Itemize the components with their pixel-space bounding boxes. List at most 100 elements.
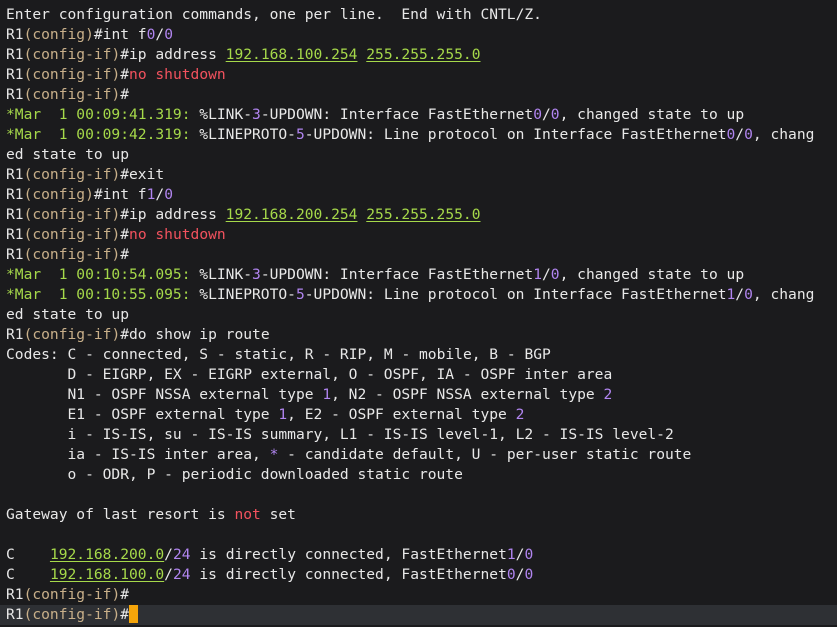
terminal-text-segment: #ip address bbox=[120, 46, 226, 63]
terminal-text-segment: R1 bbox=[6, 226, 24, 243]
terminal-text-segment: 1 bbox=[533, 266, 542, 283]
terminal-line: R1(config-if)#do show ip route bbox=[6, 325, 837, 345]
terminal-text-segment: - bbox=[506, 346, 516, 363]
terminal-text-segment: / bbox=[735, 126, 745, 143]
terminal-text-segment: ed state to up bbox=[6, 146, 130, 163]
terminal-text-segment: - bbox=[322, 346, 332, 363]
terminal-text-segment: *Mar 1 00:10:55.095: bbox=[6, 286, 191, 303]
terminal-text-segment: (config-if) bbox=[23, 46, 121, 63]
terminal-text-segment: %LINK- bbox=[190, 266, 253, 283]
terminal-line: ed state to up bbox=[6, 305, 837, 325]
terminal-text-segment: BGP bbox=[515, 346, 551, 363]
terminal-text-segment: / bbox=[155, 26, 165, 43]
terminal-line: *Mar 1 00:10:55.095: %LINEPROTO-5-UPDOWN… bbox=[6, 285, 837, 305]
terminal-text-segment: - bbox=[85, 346, 94, 363]
terminal-text-segment: is directly connected, FastEthernet bbox=[190, 566, 507, 583]
terminal-text-segment: # bbox=[120, 66, 130, 83]
terminal-text-segment: R1#conf t bbox=[6, 0, 85, 3]
terminal-text-segment: set bbox=[260, 506, 296, 523]
terminal-line: ia - IS-IS inter area, * - candidate def… bbox=[6, 445, 837, 465]
terminal-text-segment: RIP, M bbox=[331, 346, 402, 363]
terminal-text-segment: R1 bbox=[6, 166, 24, 183]
terminal-text-segment: mobile, B bbox=[410, 346, 507, 363]
terminal-text-segment: (config-if) bbox=[23, 326, 121, 343]
terminal-line: R1(config)#int f1/0 bbox=[6, 185, 837, 205]
terminal-text-segment: 3 bbox=[252, 106, 261, 123]
terminal-text-segment: # bbox=[120, 86, 130, 103]
terminal-text-segment: 3 bbox=[252, 266, 261, 283]
terminal-text-segment: 0 bbox=[524, 546, 534, 563]
terminal-text-segment: connected, S bbox=[93, 346, 217, 363]
terminal-line: R1(config-if)# bbox=[6, 85, 837, 105]
terminal-text-segment: 0 bbox=[506, 566, 516, 583]
terminal-text-segment: 0 bbox=[744, 286, 753, 303]
terminal-text-segment: # bbox=[120, 586, 130, 603]
terminal-line: R1(config)#int f0/0 bbox=[6, 25, 837, 45]
terminal-text-segment: , changed state to up bbox=[559, 106, 745, 123]
terminal-text-segment: (config-if) bbox=[23, 66, 121, 83]
terminal-window[interactable]: R1#conf t Enter configuration commands, o… bbox=[0, 0, 837, 627]
terminal-line: Codes: C - connected, S - static, R - RI… bbox=[6, 345, 837, 365]
terminal-line: D - EIGRP, EX - EIGRP external, O - OSPF… bbox=[6, 365, 837, 385]
terminal-line: *Mar 1 00:09:42.319: %LINEPROTO-5-UPDOWN… bbox=[6, 125, 837, 145]
terminal-text-segment: (config-if) bbox=[23, 586, 121, 603]
terminal-text-segment: 0 bbox=[524, 566, 534, 583]
terminal-line: R1(config-if)#no shutdown bbox=[6, 225, 837, 245]
text-cursor bbox=[129, 605, 139, 623]
terminal-text-segment: (config) bbox=[23, 186, 94, 203]
terminal-line: E1 - OSPF external type 1, E2 - OSPF ext… bbox=[6, 405, 837, 425]
terminal-text-segment: D - EIGRP, EX - EIGRP external, O - OSPF… bbox=[6, 366, 613, 383]
terminal-text-segment: / bbox=[735, 286, 745, 303]
terminal-text-segment: 5 bbox=[295, 286, 305, 303]
terminal-text-segment: *Mar 1 00:09:42.319: bbox=[6, 126, 191, 143]
terminal-line: R1(config-if)#no shutdown bbox=[6, 65, 837, 85]
terminal-text-segment: (config-if) bbox=[23, 226, 121, 243]
terminal-line: *Mar 1 00:10:54.095: %LINK-3-UPDOWN: Int… bbox=[6, 265, 837, 285]
terminal-text-segment: o - ODR, P - periodic downloaded static … bbox=[6, 466, 463, 483]
terminal-text-segment: R1 bbox=[6, 206, 24, 223]
terminal-line: i - IS-IS, su - IS-IS summary, L1 - IS-I… bbox=[6, 425, 837, 445]
terminal-line: R1(config-if)# bbox=[6, 585, 837, 605]
terminal-line: R1(config-if)#ip address 192.168.100.254… bbox=[6, 45, 837, 65]
terminal-text-segment: R1 bbox=[6, 606, 24, 623]
terminal-text-segment: static, R bbox=[225, 346, 323, 363]
terminal-text-segment: R1 bbox=[6, 186, 24, 203]
terminal-line: Gateway of last resort is not set bbox=[6, 505, 837, 525]
terminal-text-segment: # bbox=[120, 226, 130, 243]
terminal-text-segment: 5 bbox=[295, 126, 305, 143]
terminal-text-segment: #do show ip route bbox=[120, 326, 270, 343]
terminal-text-segment: 0 bbox=[550, 106, 560, 123]
terminal-text-segment: (config-if) bbox=[23, 86, 121, 103]
terminal-text-segment: no shutdown bbox=[129, 226, 226, 243]
terminal-text-segment: Enter configuration commands, one per li… bbox=[6, 6, 542, 23]
terminal-text-segment: -UPDOWN: Line protocol on Interface Fast… bbox=[304, 126, 727, 143]
terminal-output: R1#conf t Enter configuration commands, o… bbox=[0, 0, 837, 625]
terminal-text-segment: 24 bbox=[172, 546, 191, 563]
terminal-line: Enter configuration commands, one per li… bbox=[6, 5, 837, 25]
terminal-text-segment: 192.168.200.0 bbox=[49, 546, 165, 563]
terminal-text-segment: *Mar 1 00:09:41.319: bbox=[6, 106, 191, 123]
terminal-input-line[interactable]: R1(config-if)# bbox=[0, 605, 837, 625]
terminal-text-segment: R1 bbox=[6, 86, 24, 103]
terminal-text-segment: - bbox=[216, 346, 226, 363]
terminal-text-segment: R1 bbox=[6, 246, 24, 263]
terminal-text-segment: R1 bbox=[6, 586, 24, 603]
terminal-text-segment: , chang bbox=[752, 286, 815, 303]
terminal-text-segment: E1 - OSPF external type bbox=[6, 406, 279, 423]
terminal-text-segment: 0 bbox=[550, 266, 560, 283]
terminal-text-segment: (config-if) bbox=[23, 606, 121, 623]
terminal-text-segment: 1 bbox=[278, 406, 288, 423]
terminal-text-segment: ed state to up bbox=[6, 306, 130, 323]
terminal-text-segment: / bbox=[164, 566, 173, 583]
terminal-text-segment: , E2 - OSPF external type bbox=[287, 406, 516, 423]
terminal-text-segment: 0 bbox=[533, 106, 542, 123]
terminal-text-segment: (config-if) bbox=[23, 246, 121, 263]
terminal-text-segment: (config-if) bbox=[23, 206, 121, 223]
terminal-text-segment: / bbox=[542, 106, 551, 123]
terminal-text-segment: 0 bbox=[164, 186, 173, 203]
terminal-text-segment: %LINEPROTO- bbox=[190, 286, 296, 303]
terminal-line: o - ODR, P - periodic downloaded static … bbox=[6, 465, 837, 485]
terminal-text-segment: 1 bbox=[726, 286, 736, 303]
terminal-text-segment: ia - IS-IS inter area, bbox=[6, 446, 270, 463]
